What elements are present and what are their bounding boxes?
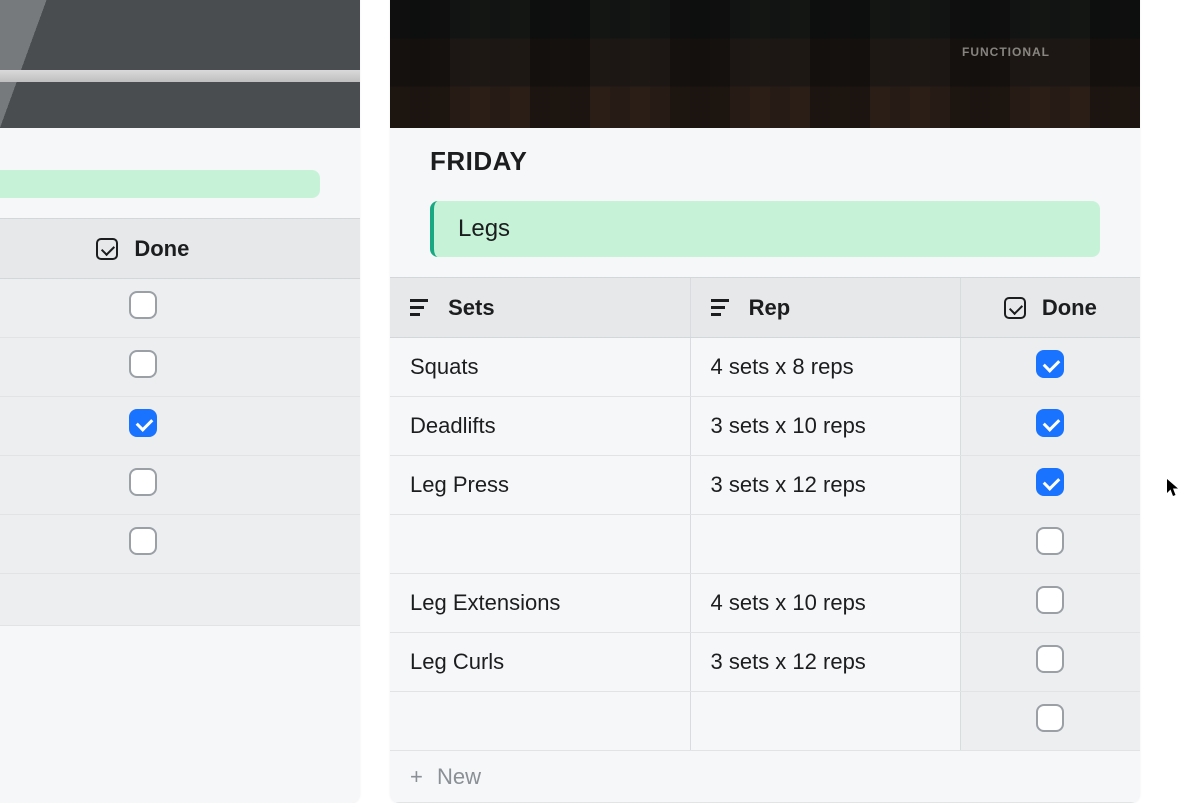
- sets-cell[interactable]: [390, 515, 690, 574]
- table-row[interactable]: [390, 692, 1140, 751]
- add-row-label: New: [437, 764, 481, 789]
- rep-cell[interactable]: [690, 692, 960, 751]
- done-cell: [0, 574, 360, 626]
- done-cell: [0, 279, 360, 338]
- column-header-done[interactable]: Done: [960, 278, 1140, 338]
- table-row[interactable]: x 10 reps: [0, 456, 360, 515]
- column-header-done[interactable]: Done: [0, 219, 360, 279]
- done-cell: [0, 456, 360, 515]
- sets-cell[interactable]: Leg Press: [390, 456, 690, 515]
- done-checkbox[interactable]: [129, 350, 157, 378]
- rep-cell[interactable]: 3 sets x 10 reps: [690, 397, 960, 456]
- column-header-sets[interactable]: Sets: [390, 278, 690, 338]
- card-cover-image: [390, 0, 1140, 128]
- plus-icon: +: [410, 764, 423, 789]
- done-cell: [0, 397, 360, 456]
- workout-card-friday: FRIDAY Legs Sets Rep Done: [390, 0, 1140, 803]
- done-cell: [960, 633, 1140, 692]
- done-cell: [960, 515, 1140, 574]
- table-body-left: x 8 repsx 10 repsx 12 repsx 10 repsx 12 …: [0, 279, 360, 626]
- sets-cell[interactable]: Leg Curls: [390, 633, 690, 692]
- table-row[interactable]: [390, 515, 1140, 574]
- done-cell: [0, 338, 360, 397]
- table-body-right: Squats4 sets x 8 repsDeadlifts3 sets x 1…: [390, 338, 1140, 751]
- table-row[interactable]: Leg Extensions4 sets x 10 reps: [390, 574, 1140, 633]
- table-row[interactable]: Deadlifts3 sets x 10 reps: [390, 397, 1140, 456]
- done-cell: [960, 456, 1140, 515]
- workout-card-left: p Done x 8 repsx 10 repsx 12 repsx 10 re…: [0, 0, 360, 803]
- done-checkbox[interactable]: [1036, 350, 1064, 378]
- exercise-table: p Done x 8 repsx 10 repsx 12 repsx 10 re…: [0, 218, 360, 626]
- rep-cell[interactable]: [690, 515, 960, 574]
- checkbox-icon: [96, 238, 118, 260]
- table-row[interactable]: Leg Curls3 sets x 12 reps: [390, 633, 1140, 692]
- rep-cell[interactable]: 3 sets x 12 reps: [690, 456, 960, 515]
- done-cell: [960, 692, 1140, 751]
- day-label: FRIDAY: [430, 146, 1100, 177]
- rep-cell[interactable]: 4 sets x 8 reps: [690, 338, 960, 397]
- table-row[interactable]: [0, 574, 360, 626]
- text-align-icon: [711, 297, 733, 319]
- done-cell: [960, 397, 1140, 456]
- rep-cell[interactable]: 4 sets x 10 reps: [690, 574, 960, 633]
- done-checkbox[interactable]: [1036, 527, 1064, 555]
- card-header: FRIDAY: [390, 128, 1140, 187]
- checkbox-icon: [1004, 297, 1026, 319]
- workout-tag-chip[interactable]: [0, 170, 320, 198]
- sets-cell[interactable]: Squats: [390, 338, 690, 397]
- done-checkbox[interactable]: [129, 291, 157, 319]
- card-header: [0, 128, 360, 156]
- done-checkbox[interactable]: [1036, 704, 1064, 732]
- column-header-rep[interactable]: Rep: [690, 278, 960, 338]
- sets-cell[interactable]: [390, 692, 690, 751]
- done-checkbox[interactable]: [1036, 409, 1064, 437]
- workout-tag-text: Legs: [458, 215, 510, 242]
- table-row[interactable]: Leg Press3 sets x 12 reps: [390, 456, 1140, 515]
- done-cell: [0, 515, 360, 574]
- table-row[interactable]: Squats4 sets x 8 reps: [390, 338, 1140, 397]
- done-checkbox[interactable]: [1036, 468, 1064, 496]
- done-cell: [960, 574, 1140, 633]
- sets-cell[interactable]: Deadlifts: [390, 397, 690, 456]
- table-row[interactable]: x 10 reps: [0, 338, 360, 397]
- table-row[interactable]: x 12 reps: [0, 397, 360, 456]
- done-checkbox[interactable]: [1036, 586, 1064, 614]
- card-cover-image: [0, 0, 360, 128]
- done-checkbox[interactable]: [129, 468, 157, 496]
- done-checkbox[interactable]: [1036, 645, 1064, 673]
- add-row[interactable]: + New: [390, 751, 1140, 803]
- exercise-table: Sets Rep Done Squats4 sets x 8 repsDeadl…: [390, 277, 1140, 803]
- done-cell: [960, 338, 1140, 397]
- done-checkbox[interactable]: [129, 409, 157, 437]
- table-row[interactable]: x 8 reps: [0, 279, 360, 338]
- text-align-icon: [410, 297, 432, 319]
- workout-tag-chip[interactable]: Legs: [430, 201, 1100, 257]
- rep-cell[interactable]: 3 sets x 12 reps: [690, 633, 960, 692]
- table-row[interactable]: x 12 reps: [0, 515, 360, 574]
- sets-cell[interactable]: Leg Extensions: [390, 574, 690, 633]
- done-checkbox[interactable]: [129, 527, 157, 555]
